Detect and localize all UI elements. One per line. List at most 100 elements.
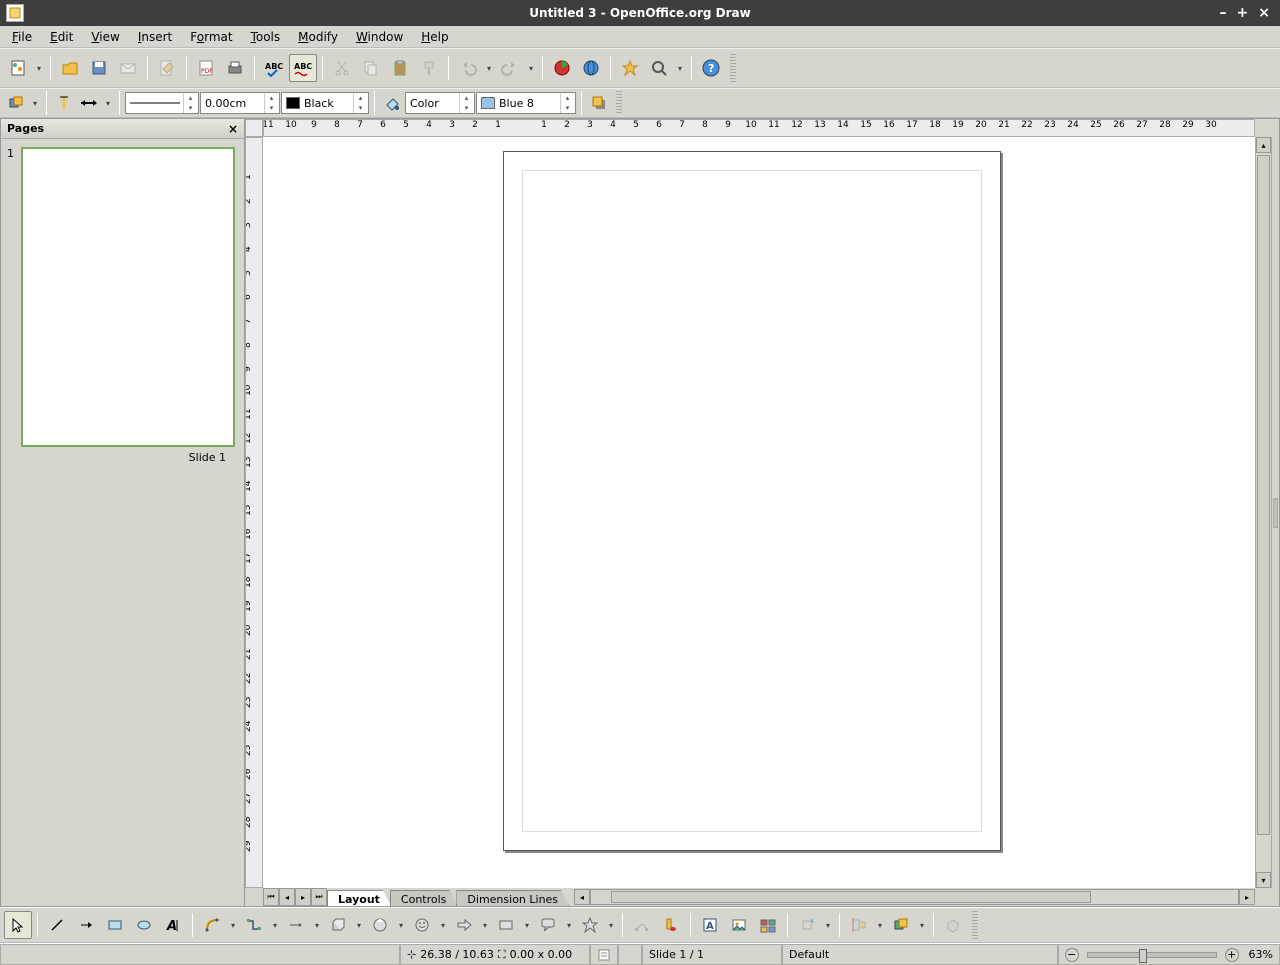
zoom-value[interactable]: 63% bbox=[1249, 948, 1273, 961]
arrange2-dropdown[interactable]: ▾ bbox=[916, 911, 928, 939]
new-button[interactable] bbox=[4, 54, 32, 82]
menu-format[interactable]: Format bbox=[182, 28, 240, 46]
arrange-button[interactable] bbox=[4, 91, 28, 115]
tab-dimension-lines[interactable]: Dimension Lines bbox=[456, 890, 569, 906]
basic-shapes-dropdown[interactable]: ▾ bbox=[395, 911, 407, 939]
navigator-button[interactable] bbox=[616, 54, 644, 82]
zoom-in-button[interactable]: + bbox=[1225, 948, 1239, 962]
menu-insert[interactable]: Insert bbox=[130, 28, 180, 46]
flowchart-tool[interactable] bbox=[492, 911, 520, 939]
horizontal-ruler[interactable]: 1110987654321123456789101112131415161718… bbox=[263, 119, 1255, 137]
3d-objects-tool[interactable] bbox=[324, 911, 352, 939]
paste-button[interactable] bbox=[386, 54, 414, 82]
gluepoints-tool[interactable] bbox=[657, 911, 685, 939]
connector-dropdown[interactable]: ▾ bbox=[269, 911, 281, 939]
stars-dropdown[interactable]: ▾ bbox=[605, 911, 617, 939]
curve-dropdown[interactable]: ▾ bbox=[227, 911, 239, 939]
hscroll-left[interactable]: ◂ bbox=[574, 889, 590, 905]
zoom-knob[interactable] bbox=[1139, 949, 1147, 963]
shadow-button[interactable] bbox=[587, 91, 611, 115]
lines-arrows-tool[interactable] bbox=[282, 911, 310, 939]
new-dropdown[interactable]: ▾ bbox=[33, 54, 45, 82]
nav-prev[interactable]: ◂ bbox=[279, 888, 295, 906]
close-button[interactable]: × bbox=[1258, 5, 1270, 21]
gallery-button[interactable] bbox=[754, 911, 782, 939]
open-button[interactable] bbox=[56, 54, 84, 82]
zoom-dropdown[interactable]: ▾ bbox=[674, 54, 686, 82]
drawbar-overflow[interactable] bbox=[972, 911, 978, 939]
vscroll-thumb[interactable] bbox=[1257, 155, 1270, 835]
fontwork-button[interactable]: A bbox=[696, 911, 724, 939]
toolbar2-overflow[interactable] bbox=[616, 91, 622, 115]
text-tool[interactable]: A bbox=[159, 911, 187, 939]
symbol-shapes-dropdown[interactable]: ▾ bbox=[437, 911, 449, 939]
nav-first[interactable]: ⏮ bbox=[263, 888, 279, 906]
basic-shapes-tool[interactable] bbox=[366, 911, 394, 939]
arrange-dropdown[interactable]: ▾ bbox=[29, 89, 41, 117]
from-file-button[interactable] bbox=[725, 911, 753, 939]
fill-mode-select[interactable]: Color ▴▾ bbox=[405, 92, 475, 114]
edit-file-button[interactable] bbox=[153, 54, 181, 82]
connector-tool[interactable] bbox=[240, 911, 268, 939]
cut-button[interactable] bbox=[328, 54, 356, 82]
arrow-tool[interactable] bbox=[72, 911, 100, 939]
menu-edit[interactable]: Edit bbox=[42, 28, 81, 46]
scroll-down-button[interactable]: ▾ bbox=[1256, 872, 1271, 888]
menu-file[interactable]: File bbox=[4, 28, 40, 46]
auto-spellcheck-button[interactable]: ABC bbox=[289, 54, 317, 82]
vertical-scrollbar[interactable]: ▴ ▾ bbox=[1255, 137, 1271, 888]
flowchart-dropdown[interactable]: ▾ bbox=[521, 911, 533, 939]
format-paintbrush-button[interactable] bbox=[415, 54, 443, 82]
line-endstyle-button[interactable] bbox=[52, 91, 76, 115]
line-width-input[interactable]: 0.00cm ▴▾ bbox=[200, 92, 280, 114]
help-button[interactable]: ? bbox=[697, 54, 725, 82]
mail-button[interactable] bbox=[114, 54, 142, 82]
area-fill-button[interactable] bbox=[380, 91, 404, 115]
zoom-slider[interactable] bbox=[1087, 952, 1217, 958]
save-button[interactable] bbox=[85, 54, 113, 82]
line-style-select[interactable]: ▴▾ bbox=[125, 92, 199, 114]
tab-layout[interactable]: Layout bbox=[327, 890, 391, 906]
vertical-ruler[interactable]: 1234567891011121314151617181920212223242… bbox=[245, 137, 263, 888]
block-arrows-dropdown[interactable]: ▾ bbox=[479, 911, 491, 939]
edit-points-tool[interactable] bbox=[628, 911, 656, 939]
arrow-style-dropdown[interactable]: ▾ bbox=[102, 89, 114, 117]
menu-modify[interactable]: Modify bbox=[290, 28, 346, 46]
lines-arrows-dropdown[interactable]: ▾ bbox=[311, 911, 323, 939]
arrow-style-button[interactable] bbox=[77, 91, 101, 115]
line-tool[interactable] bbox=[43, 911, 71, 939]
side-panel-handle[interactable] bbox=[1271, 137, 1279, 888]
callouts-tool[interactable] bbox=[534, 911, 562, 939]
hyperlink-button[interactable] bbox=[577, 54, 605, 82]
menu-tools[interactable]: Tools bbox=[243, 28, 289, 46]
symbol-shapes-tool[interactable] bbox=[408, 911, 436, 939]
copy-button[interactable] bbox=[357, 54, 385, 82]
chart-button[interactable] bbox=[548, 54, 576, 82]
drawing-canvas[interactable] bbox=[263, 137, 1255, 888]
line-color-select[interactable]: Black ▴▾ bbox=[281, 92, 369, 114]
extrusion-button[interactable] bbox=[939, 911, 967, 939]
minimize-button[interactable]: – bbox=[1220, 5, 1227, 21]
curve-tool[interactable] bbox=[198, 911, 226, 939]
select-tool[interactable] bbox=[4, 911, 32, 939]
redo-button[interactable] bbox=[496, 54, 524, 82]
rectangle-tool[interactable] bbox=[101, 911, 129, 939]
tab-controls[interactable]: Controls bbox=[390, 890, 458, 906]
spellcheck-button[interactable]: ABC bbox=[260, 54, 288, 82]
zoom-button[interactable] bbox=[645, 54, 673, 82]
redo-dropdown[interactable]: ▾ bbox=[525, 54, 537, 82]
undo-button[interactable] bbox=[454, 54, 482, 82]
nav-next[interactable]: ▸ bbox=[295, 888, 311, 906]
stars-tool[interactable] bbox=[576, 911, 604, 939]
ellipse-tool[interactable] bbox=[130, 911, 158, 939]
slide-thumbnail-1[interactable]: 1 Slide 1 bbox=[9, 147, 236, 464]
rotate-button[interactable] bbox=[793, 911, 821, 939]
horizontal-scrollbar[interactable] bbox=[590, 889, 1239, 905]
scroll-up-button[interactable]: ▴ bbox=[1256, 137, 1271, 153]
callouts-dropdown[interactable]: ▾ bbox=[563, 911, 575, 939]
hscroll-right[interactable]: ▸ bbox=[1239, 889, 1255, 905]
print-button[interactable] bbox=[221, 54, 249, 82]
maximize-button[interactable]: + bbox=[1237, 5, 1249, 21]
menu-help[interactable]: Help bbox=[413, 28, 456, 46]
3d-dropdown[interactable]: ▾ bbox=[353, 911, 365, 939]
